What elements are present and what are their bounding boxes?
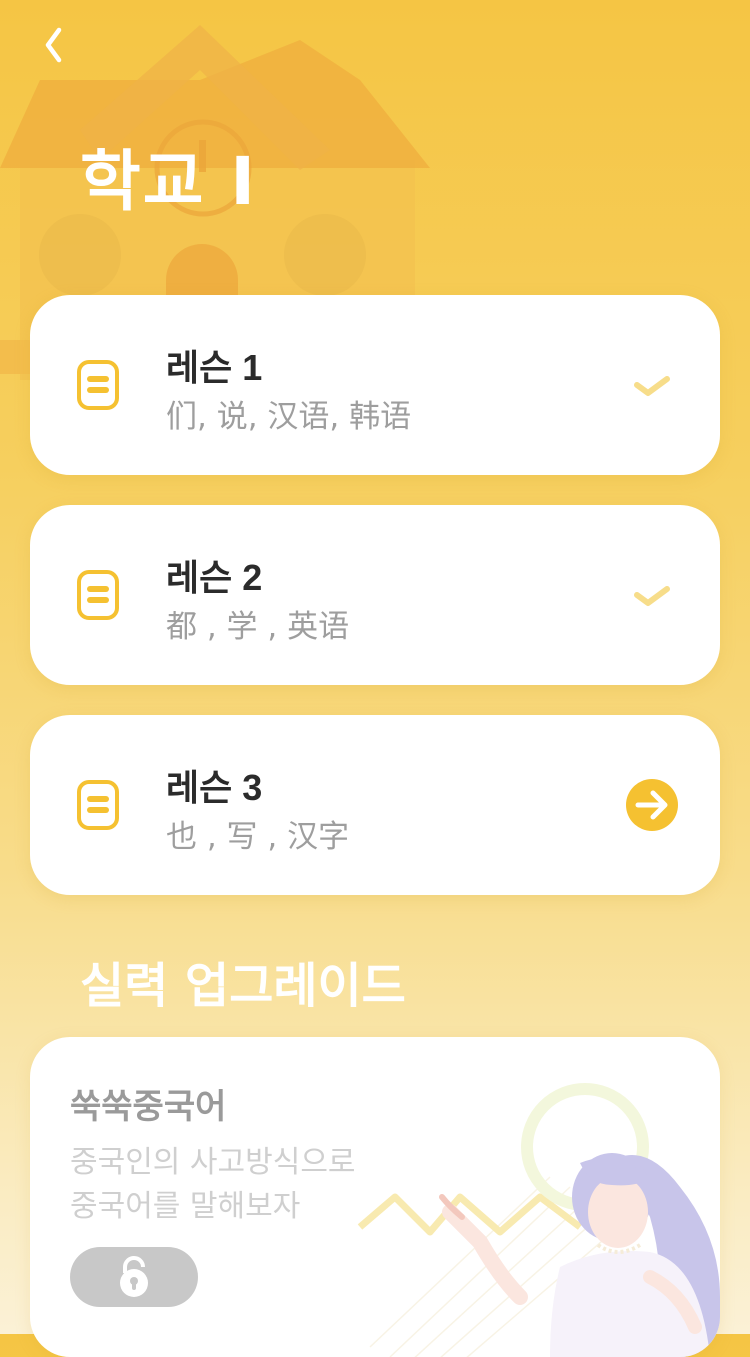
lesson-title: 레슨 3 <box>166 767 263 808</box>
book-icon <box>77 780 119 830</box>
lesson-card-1[interactable]: 레슨 1 们, 说, 汉语, 韩语 <box>30 295 720 475</box>
check-icon <box>634 376 670 396</box>
lesson-subtitle: 们, 说, 汉语, 韩语 <box>166 399 412 435</box>
upgrade-course-card[interactable]: 쑥쑥중국어 중국인의 사고방식으로 중국어를 말해보자 <box>30 1037 720 1357</box>
course-description-line-1: 중국인의 사고방식으로 <box>70 1145 356 1180</box>
chevron-left-icon <box>45 27 62 63</box>
lesson-subtitle: 都 , 学 , 英语 <box>166 609 350 645</box>
book-icon <box>77 360 119 410</box>
back-button[interactable] <box>28 20 78 70</box>
lesson-card-3[interactable]: 레슨 3 也 , 写 , 汉字 <box>30 715 720 895</box>
lesson-card-2[interactable]: 레슨 2 都 , 学 , 英语 <box>30 505 720 685</box>
arrow-right-circle-icon[interactable] <box>624 777 680 833</box>
lock-icon <box>120 1256 148 1297</box>
lesson-subtitle: 也 , 写 , 汉字 <box>166 819 350 855</box>
book-icon <box>77 570 119 620</box>
course-title: 쑥쑥중국어 <box>70 1087 227 1127</box>
lesson-title: 레슨 2 <box>166 557 263 598</box>
locked-button[interactable] <box>70 1247 198 1307</box>
course-description-line-2: 중국어를 말해보자 <box>70 1189 301 1224</box>
lesson-title: 레슨 1 <box>166 347 263 388</box>
page-title: 학교 I <box>80 143 257 220</box>
check-icon <box>634 586 670 606</box>
section-title: 실력 업그레이드 <box>80 958 406 1014</box>
woman-illustration <box>357 1083 720 1357</box>
